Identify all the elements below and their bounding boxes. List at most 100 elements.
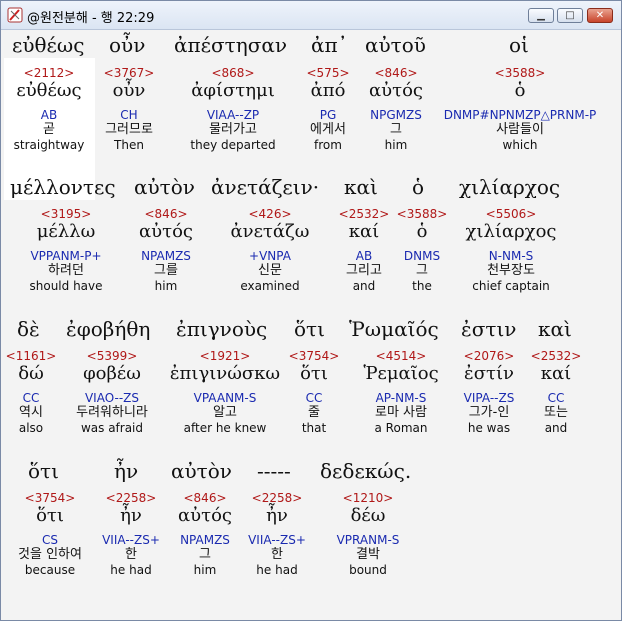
greek-word[interactable]: ἀπ᾽ (311, 33, 348, 57)
greek-word[interactable]: Ῥωμαῖός (349, 317, 439, 341)
word-analysis[interactable]: <1161> δώ CC 역시 also (6, 349, 57, 435)
greek-word[interactable]: οἱ (509, 33, 529, 57)
lemma: ὅτι (300, 363, 328, 384)
word-analysis[interactable]: <2258> ἦν VIIA--ZS+ 한 he had (102, 491, 160, 577)
strong-number: <1921> (199, 349, 251, 363)
parsing-code: NPAMZS (180, 533, 230, 547)
word-analysis[interactable]: <2258> ἦν VIIA--ZS+ 한 he had (248, 491, 306, 577)
strong-number: <2112> (23, 66, 75, 80)
korean-gloss: 하려던 (48, 263, 84, 278)
greek-word[interactable]: καὶ (344, 175, 378, 199)
word-analysis[interactable]: <3754> ὅτι CC 줄 that (289, 349, 340, 435)
strong-number: <1210> (342, 491, 394, 505)
korean-gloss: 한 (271, 547, 283, 562)
greek-word[interactable]: οὖν (109, 33, 145, 57)
strong-number: <3588> (396, 207, 448, 221)
greek-word[interactable]: μέλλοντες (10, 175, 116, 199)
word-analysis[interactable]: <1921> ἐπιγινώσκω VPAANM-S 알고 after he k… (170, 349, 280, 435)
greek-word[interactable]: ἐπιγνοὺς (176, 317, 267, 341)
lemma: Ῥεμαῖος (363, 363, 439, 384)
parsing-code: VIPA--ZS (463, 391, 515, 405)
word-analysis[interactable]: <5506> χιλίαρχος N-NM-S 천부장도 chief capta… (466, 207, 557, 293)
minimize-button[interactable]: ▁ (528, 8, 554, 23)
word-analysis[interactable]: <846> αὐτός NPAMZS 그를 him (139, 207, 193, 293)
strong-number: <2258> (251, 491, 303, 505)
strong-number: <3754> (24, 491, 76, 505)
lemma: οὖν (112, 80, 146, 101)
greek-word[interactable]: αὐτὸν (171, 459, 232, 483)
english-gloss: straightway (13, 138, 85, 152)
parsing-code: DNMS (403, 249, 441, 263)
word-analysis[interactable]: <846> αὐτός NPGMZS 그 him (369, 66, 423, 152)
greek-word[interactable]: εὐθέως (12, 33, 84, 57)
lemma: μέλλω (36, 221, 96, 242)
english-gloss: him (384, 138, 408, 152)
korean-gloss: 그를 (154, 263, 178, 278)
greek-word[interactable]: δὲ (17, 317, 40, 341)
title-bar[interactable]: @원전분해 - 행 22:29 ▁ □ ✕ (1, 1, 621, 30)
strong-number: <2532> (530, 349, 582, 363)
greek-word[interactable]: ἀπέστησαν (174, 33, 287, 57)
lemma: δέω (350, 505, 386, 526)
greek-word[interactable]: ἐστιν (461, 317, 516, 341)
word-analysis[interactable]: <3767> οὖν CH 그러므로 Then (104, 66, 155, 152)
word-analysis[interactable]: <2112> εὐθέως AB 곧 straightway (14, 66, 85, 152)
word-analysis[interactable]: <2532> καί CC 또는 and (531, 349, 582, 435)
korean-gloss: 곧 (43, 122, 55, 137)
parsing-code: NPAMZS (141, 249, 191, 263)
word-analysis[interactable]: <2532> καί AB 그리고 and (339, 207, 390, 293)
strong-number: <846> (144, 207, 188, 221)
parsing-code: CC (547, 391, 565, 405)
greek-word[interactable]: αὐτοῦ (365, 33, 426, 57)
word-analysis[interactable]: <1210> δέω VPRANM-S 결박 bound (337, 491, 400, 577)
parsing-code: VIAO--ZS (84, 391, 140, 405)
word-analysis[interactable]: <3754> ὅτι CS 것을 인하여 because (18, 491, 82, 577)
parsing-code: VPRANM-S (336, 533, 400, 547)
greek-word[interactable]: αὐτὸν (134, 175, 195, 199)
word-analysis[interactable]: <4514> Ῥεμαῖος AP-NM-S 로마 사람 a Roman (363, 349, 438, 435)
english-gloss: he had (256, 563, 298, 577)
lemma: ὁ (416, 221, 428, 242)
greek-word[interactable]: ὁ (412, 175, 424, 199)
word-analysis[interactable]: <3195> μέλλω VPPANM-P+ 하려던 should have (29, 207, 102, 293)
strong-number: <5506> (485, 207, 537, 221)
word-analysis[interactable]: <846> αὐτός NPAMZS 그 him (178, 491, 232, 577)
greek-word[interactable]: χιλίαρχος (459, 175, 560, 199)
korean-gloss: 역시 (19, 405, 43, 420)
greek-word[interactable]: ὅτι (294, 317, 325, 341)
english-gloss: him (154, 279, 178, 293)
greek-word[interactable]: ἀνετάζειν· (211, 175, 319, 199)
korean-gloss: 또는 (544, 405, 568, 420)
english-gloss: Then (114, 138, 144, 152)
greek-word[interactable]: καὶ (538, 317, 572, 341)
korean-gloss: 알고 (213, 405, 237, 420)
word-analysis[interactable]: <868> ἀφίστημι VIAA--ZP 물러가고 they depart… (190, 66, 275, 152)
parsing-code: NPGMZS (370, 108, 422, 122)
parsing-code: VIAA--ZP (206, 108, 260, 122)
korean-gloss: 그 (416, 263, 428, 278)
word-analysis[interactable]: <575> ἀπό PG 에게서 from (306, 66, 349, 152)
word-analysis[interactable]: <2076> ἐστίν VIPA--ZS 그가-인 he was (464, 349, 515, 435)
word-analysis[interactable]: <3588> ὁ DNMP#NPNMZP△PRNM-P 사람들이 which (444, 66, 597, 152)
strong-number: <3588> (494, 66, 546, 80)
word-analysis[interactable]: <3588> ὁ DNMS 그 the (397, 207, 448, 293)
english-gloss: a Roman (374, 421, 428, 435)
korean-gloss: 그러므로 (105, 122, 153, 137)
greek-word[interactable]: ἐφοβήθη (66, 317, 150, 341)
word-analysis[interactable]: <5399> φοβέω VIAO--ZS 두려워하니라 was afraid (76, 349, 148, 435)
close-button[interactable]: ✕ (587, 8, 613, 23)
word-analysis[interactable]: <426> ἀνετάζω +VNPA 신문 examined (231, 207, 310, 293)
korean-gloss: 사람들이 (496, 122, 544, 137)
english-gloss: which (502, 138, 538, 152)
analysis-panel: εὐθέως οὖν ἀπέστησαν ἀπ᾽ αὐτοῦ οἱ <2112>… (4, 30, 618, 617)
parsing-code: VPPANM-P+ (30, 249, 102, 263)
greek-word[interactable]: ἦν (114, 459, 138, 483)
korean-gloss: 그리고 (346, 263, 382, 278)
maximize-button[interactable]: □ (557, 8, 583, 23)
strong-number: <868> (211, 66, 255, 80)
korean-gloss: 그가-인 (468, 405, 510, 420)
lemma: ὁ (514, 80, 526, 101)
greek-word[interactable]: ὅτι (28, 459, 59, 483)
greek-word[interactable]: ----- (257, 459, 291, 483)
greek-word[interactable]: δεδεκώς. (320, 459, 411, 483)
